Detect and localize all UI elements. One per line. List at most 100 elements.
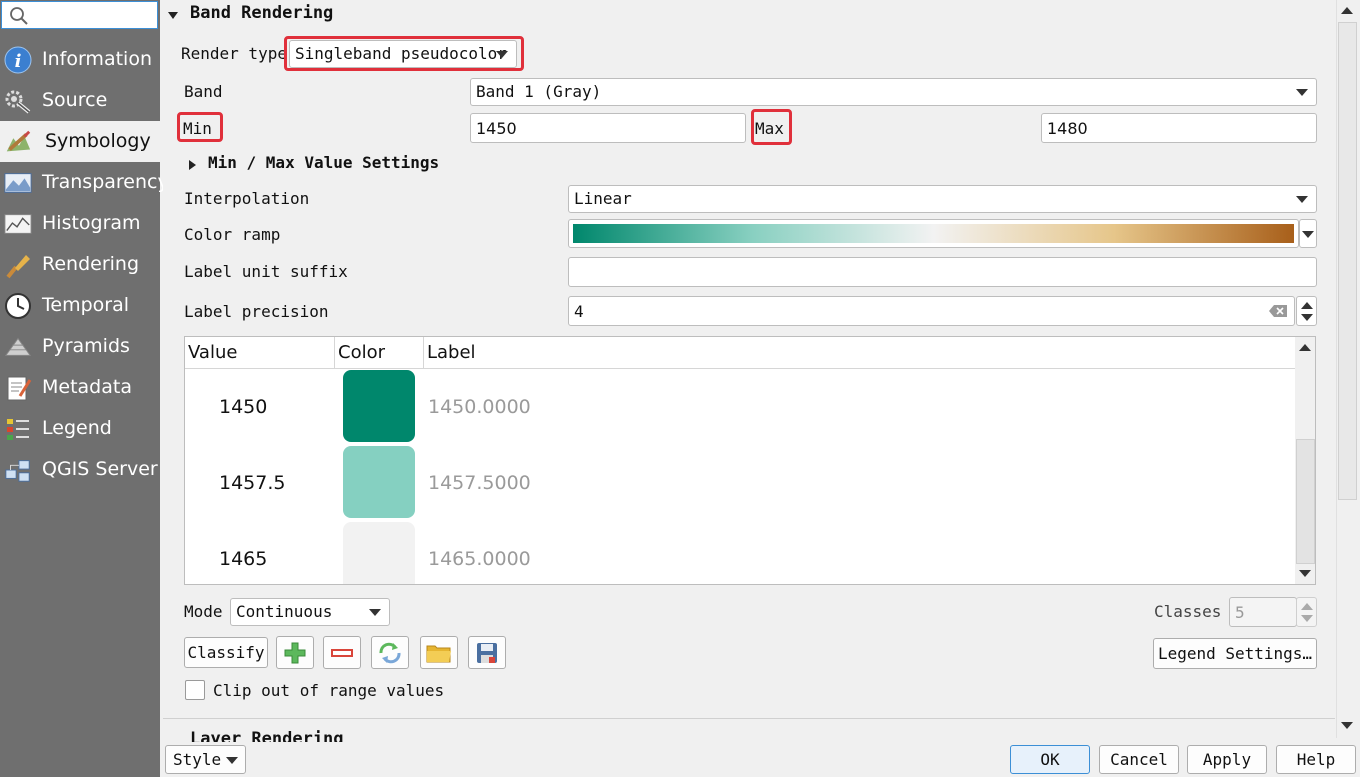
- sidebar-item-information[interactable]: i Information: [0, 39, 160, 80]
- style-button-label: Style: [173, 750, 222, 769]
- scrollbar-thumb[interactable]: [1296, 439, 1315, 564]
- export-color-map-button[interactable]: [468, 636, 506, 669]
- row-color-swatch[interactable]: [343, 446, 415, 518]
- legend-icon: [4, 416, 32, 442]
- sidebar-item-pyramids[interactable]: Pyramids: [0, 326, 160, 367]
- minmax-settings-toggle[interactable]: Min / Max Value Settings: [208, 153, 439, 172]
- row-value[interactable]: 1457.5: [219, 472, 285, 494]
- reverse-colors-button[interactable]: [371, 636, 409, 669]
- row-label[interactable]: 1465.0000: [428, 548, 531, 570]
- row-label[interactable]: 1457.5000: [428, 472, 531, 494]
- interpolation-combo[interactable]: Linear: [568, 185, 1317, 213]
- style-menu-button[interactable]: Style: [165, 745, 246, 774]
- search-icon: [10, 7, 28, 25]
- highlight-min: [177, 112, 223, 142]
- scroll-down-icon[interactable]: [1299, 570, 1311, 577]
- sidebar-item-qgis-server[interactable]: QGIS Server: [0, 449, 160, 490]
- scrollbar-thumb[interactable]: [1338, 22, 1357, 500]
- table-row[interactable]: 1450 1450.0000: [185, 370, 1295, 446]
- sidebar-item-metadata[interactable]: Metadata: [0, 367, 160, 408]
- help-button[interactable]: Help: [1276, 745, 1356, 774]
- panel-scrollbar[interactable]: [1336, 0, 1358, 738]
- sidebar-item-label: Histogram: [42, 212, 141, 234]
- scroll-up-icon[interactable]: [1341, 7, 1353, 14]
- collapse-arrow-icon[interactable]: [167, 6, 179, 19]
- swap-icon: [379, 642, 401, 663]
- svg-text:i: i: [15, 51, 22, 72]
- clip-out-of-range-label: Clip out of range values: [213, 681, 445, 700]
- label-precision-spinbox[interactable]: 4: [568, 296, 1295, 326]
- color-ramp-menu-button[interactable]: [1299, 219, 1317, 248]
- step-up-icon: [1301, 603, 1313, 610]
- highlight-max: [751, 109, 792, 145]
- pyramids-icon: [4, 334, 32, 360]
- step-down-icon[interactable]: [1301, 314, 1313, 321]
- step-up-icon[interactable]: [1301, 302, 1313, 309]
- source-icon: [4, 88, 32, 114]
- transparency-icon: [4, 170, 32, 196]
- classes-label: Classes: [1154, 602, 1222, 621]
- max-input[interactable]: 1480: [1041, 113, 1317, 143]
- highlight-render-type: [284, 36, 524, 71]
- label-unit-suffix-input[interactable]: [568, 257, 1317, 287]
- sidebar-item-label: Temporal: [42, 294, 129, 316]
- section-title-layer-rendering[interactable]: Layer Rendering: [190, 729, 344, 742]
- column-divider: [334, 337, 335, 369]
- classify-button[interactable]: Classify: [184, 637, 268, 668]
- scroll-up-icon[interactable]: [1299, 344, 1311, 351]
- row-value[interactable]: 1450: [219, 396, 267, 418]
- row-value[interactable]: 1465: [219, 548, 267, 570]
- row-color-swatch[interactable]: [343, 522, 415, 584]
- legend-settings-button[interactable]: Legend Settings…: [1153, 638, 1317, 669]
- sidebar-search-input[interactable]: [1, 1, 158, 29]
- color-ramp-label: Color ramp: [184, 225, 281, 244]
- row-label[interactable]: 1450.0000: [428, 396, 531, 418]
- sidebar-item-rendering[interactable]: Rendering: [0, 244, 160, 285]
- add-value-button[interactable]: [276, 636, 314, 669]
- color-ramp-button[interactable]: [568, 219, 1299, 248]
- sidebar-item-label: Legend: [42, 417, 112, 439]
- table-row[interactable]: 1465 1465.0000: [185, 522, 1295, 584]
- chevron-down-icon: [1302, 231, 1314, 238]
- mode-combo[interactable]: Continuous: [230, 598, 390, 626]
- sidebar-item-legend[interactable]: Legend: [0, 408, 160, 449]
- table-row[interactable]: 1457.5 1457.5000: [185, 446, 1295, 522]
- sidebar-item-source[interactable]: Source: [0, 80, 160, 121]
- remove-value-button[interactable]: [323, 636, 361, 669]
- classes-spinbox: 5: [1229, 597, 1297, 627]
- band-combo[interactable]: Band 1 (Gray): [470, 78, 1317, 106]
- sidebar-item-transparency[interactable]: Transparency: [0, 162, 169, 203]
- label-precision-stepper[interactable]: [1296, 296, 1317, 326]
- sidebar-item-histogram[interactable]: Histogram: [0, 203, 160, 244]
- section-title-band-rendering: Band Rendering: [190, 3, 334, 23]
- sidebar: i Information Source Symbology Transpare…: [0, 0, 169, 777]
- row-color-swatch[interactable]: [343, 370, 415, 442]
- min-value: 1450: [476, 119, 517, 138]
- folder-icon: [426, 645, 451, 662]
- min-input[interactable]: 1450: [470, 113, 746, 143]
- ok-button[interactable]: OK: [1010, 745, 1090, 774]
- sidebar-item-symbology[interactable]: Symbology: [0, 121, 160, 162]
- clear-icon[interactable]: [1268, 304, 1288, 318]
- classes-stepper: [1296, 597, 1317, 627]
- qgis-server-icon: [4, 457, 32, 483]
- scroll-down-icon[interactable]: [1341, 722, 1353, 729]
- table-scrollbar[interactable]: [1295, 337, 1315, 584]
- interpolation-value: Linear: [574, 189, 632, 208]
- clip-out-of-range-checkbox[interactable]: [185, 680, 205, 700]
- column-header-color[interactable]: Color: [338, 342, 385, 363]
- expand-arrow-icon[interactable]: [187, 156, 197, 170]
- chevron-down-icon: [369, 609, 381, 616]
- save-icon: [477, 642, 497, 663]
- cancel-button[interactable]: Cancel: [1099, 745, 1179, 774]
- step-down-icon: [1301, 615, 1313, 622]
- column-header-label[interactable]: Label: [427, 342, 476, 363]
- load-color-map-button[interactable]: [420, 636, 458, 669]
- interpolation-label: Interpolation: [184, 189, 310, 208]
- metadata-icon: [4, 375, 32, 401]
- symbology-icon: [4, 129, 32, 155]
- column-header-value[interactable]: Value: [188, 342, 237, 363]
- apply-button[interactable]: Apply: [1187, 745, 1267, 774]
- sidebar-item-temporal[interactable]: Temporal: [0, 285, 160, 326]
- sidebar-item-label: QGIS Server: [42, 458, 158, 480]
